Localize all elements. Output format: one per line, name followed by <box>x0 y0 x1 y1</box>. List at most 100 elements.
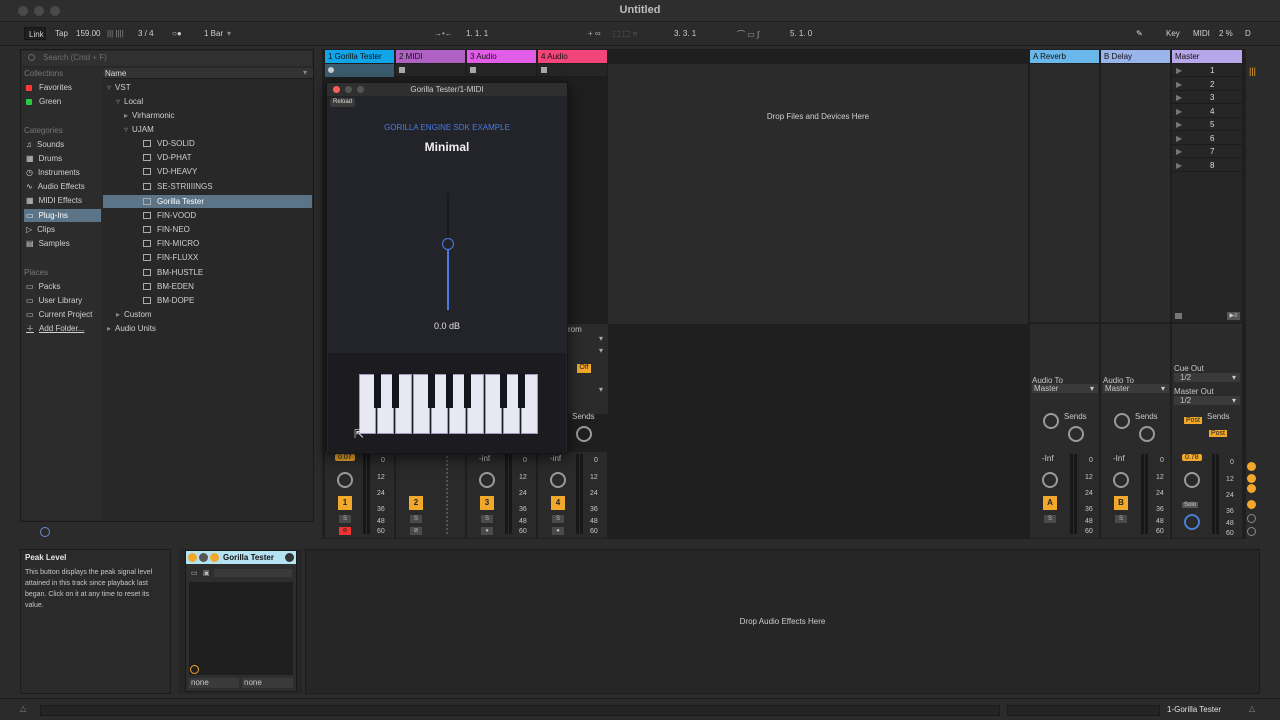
device-fold-icon[interactable] <box>199 553 208 562</box>
solo-button[interactable]: S <box>1115 515 1127 523</box>
monitor-off-button[interactable]: Off <box>577 364 591 373</box>
place-current-project[interactable]: ▭ Current Project <box>26 308 102 321</box>
category-midi-effects[interactable]: ▦ MIDI Effects <box>26 194 100 207</box>
toggle-icon[interactable] <box>1247 500 1256 509</box>
loop-start-field[interactable]: 3. 3. 1 <box>674 29 696 38</box>
key-map-button[interactable]: Key <box>1166 29 1180 38</box>
collection-green[interactable]: Green <box>26 95 61 108</box>
track-activator-button[interactable]: 3 <box>480 496 494 510</box>
tempo-field[interactable]: 159.00 <box>76 29 100 38</box>
plugin-item-selected[interactable]: Gorilla Tester <box>103 195 312 208</box>
tree-local[interactable]: ▿ Local <box>116 95 143 108</box>
solo-button[interactable]: S <box>552 515 564 523</box>
view-toggle-icon[interactable]: ||| <box>1249 66 1259 76</box>
place-packs[interactable]: ▭ Packs <box>26 280 100 293</box>
black-key[interactable] <box>373 374 381 408</box>
drop-area[interactable]: Drop Files and Devices Here <box>608 64 1028 324</box>
plugin-item[interactable]: VD-HEAVY <box>143 165 197 178</box>
send-b-knob[interactable] <box>1068 426 1084 442</box>
plugin-item[interactable]: VD-SOLID <box>143 137 195 150</box>
scene-row[interactable]: ▶ 2 <box>1172 78 1242 91</box>
track-header-3[interactable]: 3 Audio <box>467 50 536 63</box>
loop-length-field[interactable]: 5. 1. 0 <box>790 29 812 38</box>
midi-out-field[interactable]: none <box>242 678 293 688</box>
scene-expand-icon[interactable]: ▶≡ <box>1227 312 1240 320</box>
peak-level-button[interactable]: -Inf <box>1113 454 1125 463</box>
solo-cue-button[interactable]: Solo <box>1182 502 1199 508</box>
device-header[interactable]: Gorilla Tester <box>186 551 296 564</box>
scene-row[interactable]: ▶ 6 <box>1172 132 1242 145</box>
plugin-item[interactable]: FIN-MICRO <box>143 237 199 250</box>
name-column-header[interactable]: Name ▾ <box>103 68 313 79</box>
category-plug-ins[interactable]: ▭ Plug-Ins <box>24 209 101 222</box>
toggle-icon[interactable] <box>1247 462 1256 471</box>
overdub-icon[interactable]: + ∞ <box>588 29 601 38</box>
record-circle-icon[interactable]: ○● <box>172 29 182 38</box>
arm-button[interactable]: ● <box>481 527 493 535</box>
clip-slot[interactable] <box>396 64 465 77</box>
tap-button[interactable]: Tap <box>55 29 68 38</box>
black-key[interactable] <box>463 374 471 408</box>
quantization-dropdown[interactable]: 1 Bar <box>204 29 223 38</box>
audio-to-dropdown[interactable]: Master <box>1032 384 1098 393</box>
time-signature-field[interactable]: 3 / 4 <box>138 29 154 38</box>
scene-row[interactable]: ▶ 7 <box>1172 145 1242 158</box>
save-icon[interactable]: ▣ <box>203 569 210 577</box>
piano-keyboard[interactable] <box>359 374 539 434</box>
pan-knob[interactable] <box>337 472 353 488</box>
plugin-item[interactable]: FIN-NEO <box>143 223 190 236</box>
device-edit-icon[interactable] <box>210 553 219 562</box>
black-key[interactable] <box>499 374 507 408</box>
midi-map-button[interactable]: MIDI <box>1193 29 1210 38</box>
scene-row[interactable]: ▶ 8 <box>1172 159 1242 172</box>
peak-level-button[interactable]: 0.78 <box>1182 454 1202 461</box>
solo-button[interactable]: S <box>481 515 493 523</box>
scene-row[interactable]: ▶ 3 <box>1172 91 1242 104</box>
toggle-icon[interactable] <box>1247 484 1256 493</box>
send-a-knob[interactable] <box>1043 413 1059 429</box>
preview-icon[interactable] <box>40 527 50 537</box>
tree-virharmonic[interactable]: ▸ Virharmonic <box>124 109 175 122</box>
metronome-bars-icon[interactable]: ||| |||| <box>107 29 124 38</box>
track-activator-button[interactable]: 2 <box>409 496 423 510</box>
peak-level-button[interactable]: -Inf <box>1042 454 1054 463</box>
triangle-icon[interactable]: △ <box>20 704 26 713</box>
black-key[interactable] <box>445 374 453 408</box>
plugin-item[interactable]: SE-STRIIIINGS <box>143 180 213 193</box>
track-header-4[interactable]: 4 Audio <box>538 50 607 63</box>
tree-audio-units[interactable]: ▸ Audio Units <box>107 322 156 335</box>
plugin-item[interactable]: BM-EDEN <box>143 280 194 293</box>
arm-button[interactable]: ● <box>552 527 564 535</box>
plugin-item[interactable]: FIN-FLUXX <box>143 251 198 264</box>
pan-knob[interactable] <box>1184 472 1200 488</box>
scene-row[interactable]: ▶ 5 <box>1172 118 1242 131</box>
category-instruments[interactable]: ◷ Instruments <box>26 166 100 179</box>
stop-all-icon[interactable] <box>1175 313 1182 319</box>
solo-button[interactable]: S <box>1044 515 1056 523</box>
midi-in-field[interactable]: none <box>189 678 239 688</box>
audio-to-dropdown[interactable]: Master <box>1103 384 1169 393</box>
tree-custom[interactable]: ▸ Custom <box>116 308 152 321</box>
pan-knob[interactable] <box>550 472 566 488</box>
return-header-a[interactable]: A Reverb <box>1030 50 1099 63</box>
toggle-icon[interactable] <box>1247 474 1256 483</box>
browser-search-input[interactable]: Search (Cmd + F) <box>22 51 312 66</box>
track-header-2[interactable]: 2 MIDI <box>396 50 465 63</box>
black-key[interactable] <box>517 374 525 408</box>
black-key[interactable] <box>427 374 435 408</box>
category-drums[interactable]: ▦ Drums <box>26 152 100 165</box>
scene-row[interactable]: ▶ 1 <box>1172 64 1242 77</box>
post-button[interactable]: Post <box>1184 417 1203 424</box>
pan-knob[interactable] <box>1113 472 1129 488</box>
peak-level-button[interactable]: -inf <box>479 454 490 463</box>
clip-slot[interactable] <box>467 64 536 77</box>
send-a-knob[interactable] <box>1114 413 1130 429</box>
follow-icon[interactable]: →•← <box>434 29 453 38</box>
cue-volume-knob[interactable] <box>1184 514 1200 530</box>
automation-icon[interactable]: ⬚ ⬚ ○ <box>613 29 637 38</box>
post-button[interactable]: Post <box>1209 430 1228 437</box>
cue-out-dropdown[interactable]: 1/2 <box>1174 373 1240 382</box>
track-activator-button[interactable]: 4 <box>551 496 565 510</box>
black-key[interactable] <box>391 374 399 408</box>
place-add-folder[interactable]: ＋ Add Folder... <box>26 322 100 335</box>
